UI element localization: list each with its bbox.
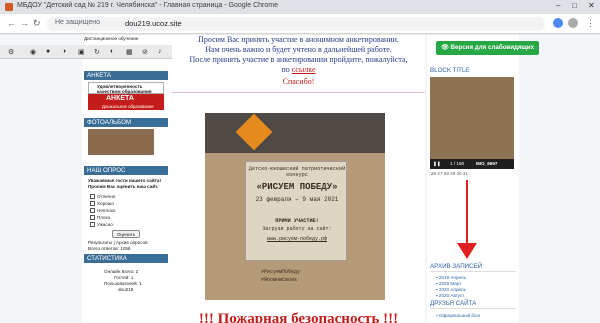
archive-item[interactable]: ▪ 2020 Март: [436, 281, 461, 286]
poll-question: Уважаемые гости нашего сайта! Просим Вас…: [88, 178, 161, 189]
accessibility-toolbar: ⚙ ◉ ● ◑ ▣ ↻ ◐ ▦ ⊘ ♪ ⌨ ✕: [0, 45, 200, 59]
checkbox-icon[interactable]: [90, 222, 95, 227]
archive-item[interactable]: ▪ 2020 Август: [436, 293, 464, 298]
refresh-icon[interactable]: ↻: [94, 48, 100, 56]
page-content: Дистанционное обучение АНКЕТА Удовлетвор…: [0, 35, 600, 323]
anketa-banner-line2: качеством образования: [97, 89, 152, 94]
poster-dates: 23 февраля – 9 мая 2021: [255, 196, 339, 203]
intro-line-3: После принять участие в анкетировании пр…: [189, 55, 408, 64]
poll-total-votes: Всего ответов: 1056: [88, 246, 131, 251]
checkbox-icon[interactable]: [90, 208, 95, 213]
divider: [172, 92, 425, 93]
maximize-icon[interactable]: □: [572, 1, 577, 10]
url-text[interactable]: dou219.ucoz.site: [125, 19, 182, 28]
contrast-icon[interactable]: ◐: [110, 48, 114, 55]
online-user-link[interactable]: dou219: [118, 287, 133, 292]
intro-line-4: по ссылке: [172, 65, 425, 74]
vote-button[interactable]: Оценить: [112, 230, 140, 238]
poster-site-link: www.рисуем-победу.рф: [266, 236, 327, 242]
url-input[interactable]: Не защищено dou219.ucoz.site: [47, 17, 545, 31]
poll-option[interactable]: Отлично: [90, 194, 115, 199]
poster-logo-icon: [235, 113, 273, 151]
circle-icon[interactable]: ◉: [30, 48, 36, 56]
poster-hashtag-2: #ЯпомнюСвоих: [261, 277, 298, 283]
poll-results-links[interactable]: Результаты | Архив опросов: [88, 240, 148, 245]
settings-icon[interactable]: ⚙: [8, 48, 14, 56]
checkbox-icon[interactable]: [90, 194, 95, 199]
carousel-counter: 1 / 160: [450, 161, 465, 166]
accessibility-version-button[interactable]: 👁 Версия для слабовидящих: [436, 41, 539, 55]
reset-icon[interactable]: ⊘: [142, 48, 148, 56]
menu-kebab-icon[interactable]: ⋮: [586, 18, 595, 29]
close-icon[interactable]: ✕: [588, 1, 595, 10]
archive-title: АРХИВ ЗАПИСЕЙ: [430, 263, 516, 272]
stats-block-title: СТАТИСТИКА: [84, 254, 168, 263]
anketa-banner-word: АНКЕТА: [106, 95, 134, 102]
survey-link[interactable]: ссылке: [292, 65, 316, 74]
window-titlebar: МБДОУ "Детский сад № 219 г. Челябинска" …: [0, 0, 600, 14]
poster-title: «РИСУЕМ ПОБЕДУ»: [256, 182, 338, 192]
friends-title: ДРУЗЬЯ САЙТА: [430, 300, 516, 309]
poster-header-bar: [205, 113, 385, 153]
archive-item[interactable]: ▪ 2020 Апрель: [436, 287, 466, 292]
minimize-icon[interactable]: –: [556, 1, 560, 10]
color-icon[interactable]: ◑: [62, 48, 66, 55]
profile-avatar-icon[interactable]: [568, 18, 578, 28]
address-bar: ← → ↻ Не защищено dou219.ucoz.site ⋮: [0, 14, 600, 34]
poll-block-title: НАШ ОПРОС: [84, 166, 168, 175]
site-favicon-icon: [5, 3, 13, 11]
guests-count: Гостей: 1: [114, 275, 134, 280]
poll-option[interactable]: Хорошо: [90, 201, 114, 206]
calendar-days[interactable]: 26 27 28 29 30 31: [431, 171, 468, 176]
intro-line-2: Нам очень важно и будет учтено в дальней…: [205, 45, 392, 54]
intro-line-4-prefix: по: [281, 65, 290, 74]
online-total: Онлайн всего: 2: [104, 269, 139, 274]
red-arrow-down-icon: [457, 243, 477, 259]
not-secure-label[interactable]: Не защищено: [55, 19, 100, 26]
photoalbum-thumbnail[interactable]: [88, 129, 154, 155]
checkbox-icon[interactable]: [90, 201, 95, 206]
window-title: МБДОУ "Детский сад № 219 г. Челябинска" …: [17, 2, 278, 9]
photo-carousel[interactable]: ❚❚ 1 / 160 IMG_6697: [430, 77, 514, 169]
intro-line-1: Просим Вас принять участие в анонимном а…: [198, 35, 399, 44]
text-size-icon[interactable]: ●: [46, 48, 50, 55]
poster-cta-2: Загрузи работу на сайт:: [262, 226, 332, 232]
anketa-banner-sub: Дошкольное образование: [102, 104, 154, 109]
image-icon[interactable]: ▣: [78, 48, 85, 56]
red-arrow-shaft: [466, 180, 468, 244]
reload-icon[interactable]: ↻: [33, 18, 41, 29]
poster-cta: ПРИМИ УЧАСТИЕ!: [275, 218, 319, 224]
sound-icon[interactable]: ♪: [158, 48, 162, 55]
checkbox-icon[interactable]: [90, 215, 95, 220]
poster-heading: Детско-юношеский патриотический конкурс: [248, 166, 346, 178]
fire-safety-heading: !!! Пожарная безопасность !!!: [198, 311, 399, 323]
left-sidebar: Дистанционное обучение АНКЕТА Удовлетвор…: [82, 35, 172, 323]
distance-learning-link[interactable]: Дистанционное обучение: [84, 36, 138, 41]
contest-poster[interactable]: Детско-юношеский патриотический конкурс …: [205, 113, 385, 300]
anketa-banner[interactable]: Удовлетворенность качеством образования …: [88, 82, 164, 110]
users-count: Пользователей: 1: [104, 281, 142, 286]
main-content: Просим Вас принять участие в анонимном а…: [172, 35, 425, 323]
friends-item[interactable]: ▪ Официальный блог: [436, 313, 481, 318]
extension-icon[interactable]: [553, 18, 563, 28]
poll-option[interactable]: Плохо: [90, 215, 110, 220]
photoalbum-block-title: ФОТОАЛЬБОМ: [84, 118, 168, 127]
poster-paper: Детско-юношеский патриотический конкурс …: [245, 161, 347, 261]
back-arrow-icon[interactable]: ←: [7, 18, 16, 28]
grid-icon[interactable]: ▦: [126, 48, 133, 56]
poll-option[interactable]: Ужасно: [90, 222, 113, 227]
carousel-image[interactable]: [430, 77, 514, 159]
poll-option[interactable]: Неплохо: [90, 208, 115, 213]
block-title: BLOCK TITLE: [430, 67, 470, 74]
anketa-block-title: АНКЕТА: [84, 71, 168, 80]
forward-arrow-icon[interactable]: →: [20, 18, 29, 28]
carousel-caption: IMG_6697: [476, 161, 498, 166]
carousel-controls: ❚❚ 1 / 160 IMG_6697: [430, 159, 514, 169]
anketa-banner-header: Удовлетворенность качеством образования: [88, 82, 164, 94]
pause-icon[interactable]: ❚❚: [433, 161, 441, 167]
thanks-text: Спасибо!: [282, 77, 315, 86]
archive-item[interactable]: ▪ 2019 Апрель: [436, 275, 466, 280]
poster-hashtag-1: #РисуемПобеду: [261, 269, 301, 275]
